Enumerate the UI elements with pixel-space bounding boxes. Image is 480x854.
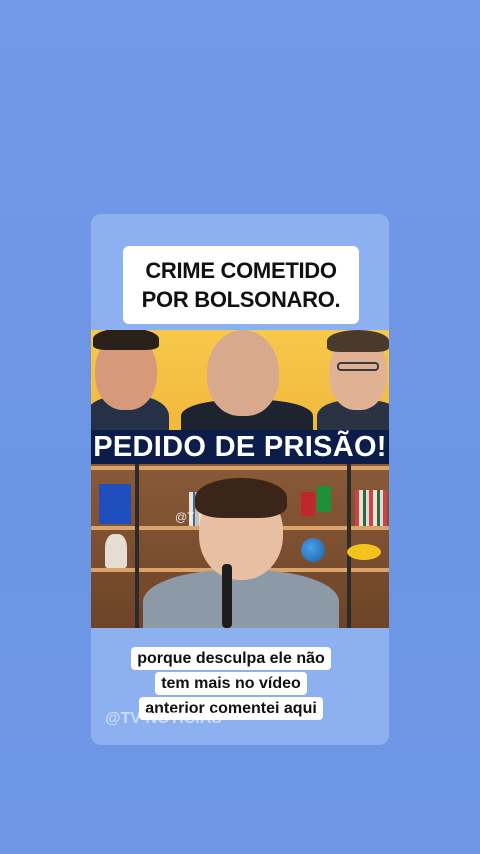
presenter-hair [195,478,287,518]
flag-brazil-icon [317,486,331,512]
headline-text: CRIME COMETIDO POR BOLSONARO. [123,256,359,314]
microphone-icon [222,564,232,628]
book-stack-right [355,490,387,526]
person-right-hair [327,330,389,352]
globe-icon [301,538,325,562]
shelf-post-left [135,464,139,628]
glasses-icon [337,362,379,371]
video-thumbnail-bottom[interactable]: @T [91,464,389,628]
flowers-icon [347,544,381,560]
person-center-head [207,330,279,416]
caption-line-2: tem mais no vídeo [155,672,307,695]
headline-line-2: POR BOLSONARO. [141,287,341,312]
channel-watermark: @TV NOTICIAS [105,710,222,727]
person-left-hair [93,330,159,350]
screen: CRIME COMETIDO POR BOLSONARO. PEDIDO DE … [0,0,480,854]
video-watermark: @T [175,510,195,524]
flag-red-icon [301,492,315,516]
banner-text: PEDIDO DE PRISÃO! [93,431,387,463]
blue-book-icon [99,484,131,524]
post-card[interactable]: CRIME COMETIDO POR BOLSONARO. PEDIDO DE … [91,214,389,745]
headline-box: CRIME COMETIDO POR BOLSONARO. [123,246,359,324]
statue-icon [105,534,127,568]
video-banner: PEDIDO DE PRISÃO! [91,430,389,464]
video-thumbnail-top[interactable] [91,330,389,430]
caption-line-1: porque desculpa ele não [131,647,331,670]
headline-line-1: CRIME COMETIDO [145,258,337,283]
